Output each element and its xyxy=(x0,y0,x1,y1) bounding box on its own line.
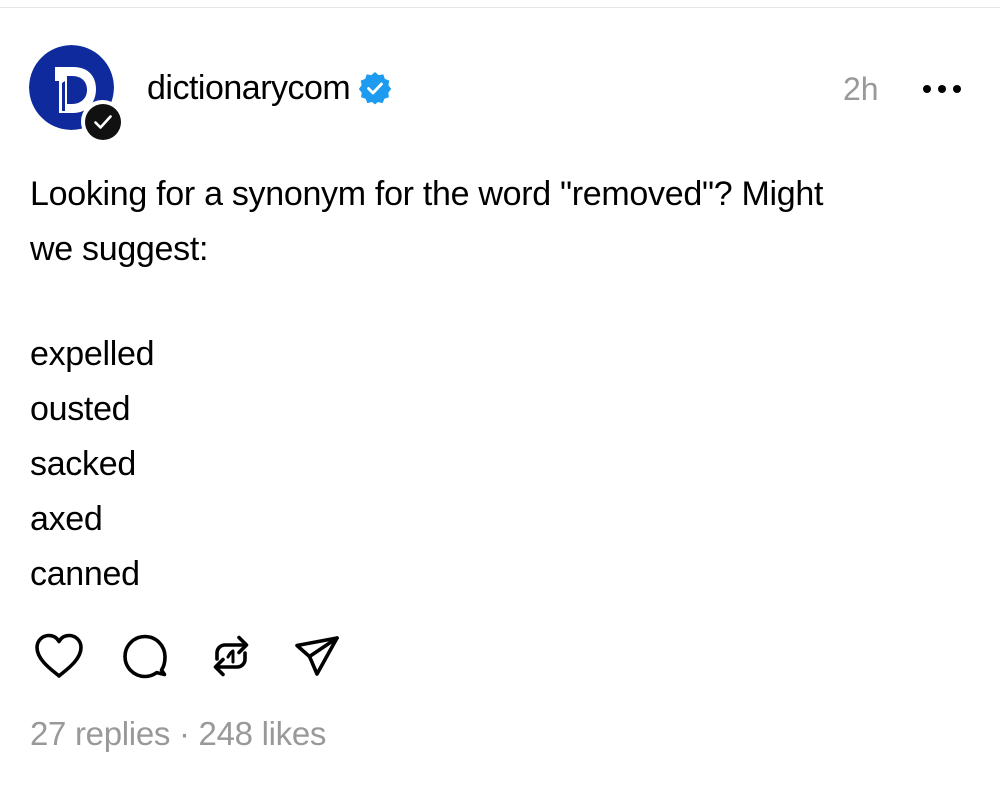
username[interactable]: dictionarycom xyxy=(147,66,351,110)
comment-icon xyxy=(123,634,167,679)
verified-badge-icon xyxy=(358,71,392,105)
like-button[interactable] xyxy=(31,628,87,684)
post-timestamp[interactable]: 2h xyxy=(843,67,879,111)
post-stats: 27 replies · 248 likes xyxy=(30,712,326,756)
post-text-line: Looking for a synonym for the word "remo… xyxy=(30,175,824,213)
synonym-item: expelled xyxy=(30,335,155,373)
replies-count[interactable]: 27 replies xyxy=(30,715,170,752)
repost-button[interactable] xyxy=(203,628,259,684)
likes-count[interactable]: 248 likes xyxy=(199,715,327,752)
checkmark-circle-icon xyxy=(84,103,121,140)
following-badge xyxy=(81,100,124,143)
author-row: dictionarycom xyxy=(147,66,392,110)
more-horizontal-icon xyxy=(923,85,961,93)
post-actions xyxy=(31,628,375,684)
post-body: Looking for a synonym for the word "remo… xyxy=(30,167,960,277)
stats-separator: · xyxy=(178,715,190,752)
synonym-list: expelled ousted sacked axed canned xyxy=(30,327,155,602)
top-divider xyxy=(0,7,1000,8)
share-icon xyxy=(295,636,339,676)
author-avatar-group[interactable] xyxy=(29,45,125,143)
heart-icon xyxy=(35,633,83,678)
post-text-line: we suggest: xyxy=(30,230,209,268)
more-options-button[interactable] xyxy=(918,80,966,98)
synonym-item: sacked xyxy=(30,445,136,483)
repost-icon xyxy=(213,635,249,677)
reply-button[interactable] xyxy=(117,628,173,684)
synonym-item: axed xyxy=(30,500,103,538)
synonym-item: canned xyxy=(30,555,140,593)
share-button[interactable] xyxy=(289,628,345,684)
synonym-item: ousted xyxy=(30,390,131,428)
